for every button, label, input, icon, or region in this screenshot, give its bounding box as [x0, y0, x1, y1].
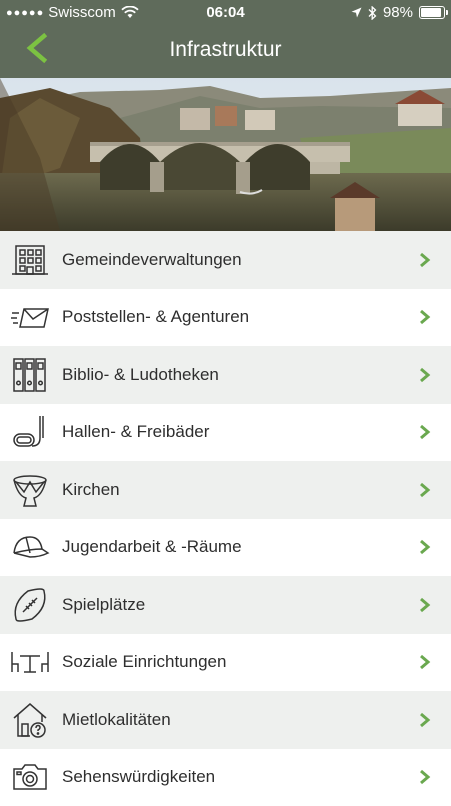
chevron-right-icon — [419, 769, 431, 785]
menu-item-soziale-einrichtungen[interactable]: Soziale Einrichtungen — [0, 634, 451, 692]
chevron-right-icon — [419, 539, 431, 555]
chevron-right-icon — [419, 597, 431, 613]
envelope-icon — [10, 297, 50, 337]
status-bar: ●●●●● Swisscom 06:04 98% — [0, 0, 451, 26]
hero-image — [0, 78, 451, 231]
battery-percent: 98% — [383, 4, 413, 21]
chevron-right-icon — [419, 482, 431, 498]
page-title: Infrastruktur — [0, 38, 451, 62]
menu-item-label: Sehenswürdigkeiten — [62, 767, 419, 787]
menu-item-spielplaetze[interactable]: Spielplätze — [0, 576, 451, 634]
location-arrow-icon — [351, 7, 362, 18]
house-question-icon — [10, 700, 50, 740]
river-bridge-photo — [0, 78, 451, 231]
table-chairs-icon — [10, 642, 50, 682]
menu-item-label: Gemeindeverwaltungen — [62, 250, 419, 270]
camera-icon — [10, 757, 50, 797]
menu-item-label: Kirchen — [62, 480, 419, 500]
chevron-right-icon — [419, 712, 431, 728]
chevron-right-icon — [419, 252, 431, 268]
chevron-right-icon — [419, 654, 431, 670]
menu-item-gemeindeverwaltungen[interactable]: Gemeindeverwaltungen — [0, 231, 451, 289]
binders-icon — [10, 355, 50, 395]
football-icon — [10, 585, 50, 625]
cap-icon — [10, 527, 50, 567]
header: ●●●●● Swisscom 06:04 98% Infrastruktur — [0, 0, 451, 78]
menu-item-label: Hallen- & Freibäder — [62, 422, 419, 442]
chevron-right-icon — [419, 309, 431, 325]
building-icon — [10, 240, 50, 280]
snorkel-icon — [10, 412, 50, 452]
bluetooth-icon — [368, 6, 377, 20]
menu-item-baeder[interactable]: Hallen- & Freibäder — [0, 404, 451, 462]
battery-icon — [419, 6, 445, 19]
menu-item-jugendarbeit[interactable]: Jugendarbeit & -Räume — [0, 519, 451, 577]
menu-item-poststellen[interactable]: Poststellen- & Agenturen — [0, 289, 451, 347]
chevron-right-icon — [419, 367, 431, 383]
drum-icon — [10, 470, 50, 510]
chevron-right-icon — [419, 424, 431, 440]
menu-item-label: Biblio- & Ludotheken — [62, 365, 419, 385]
menu-item-sehenswuerdigkeiten[interactable]: Sehenswürdigkeiten — [0, 749, 451, 806]
menu-item-label: Poststellen- & Agenturen — [62, 307, 419, 327]
menu-list: Gemeindeverwaltungen Poststellen- & Agen… — [0, 231, 451, 806]
menu-item-label: Spielplätze — [62, 595, 419, 615]
menu-item-mietlokalitaeten[interactable]: Mietlokalitäten — [0, 691, 451, 749]
menu-item-kirchen[interactable]: Kirchen — [0, 461, 451, 519]
menu-item-label: Soziale Einrichtungen — [62, 652, 419, 672]
menu-item-label: Mietlokalitäten — [62, 710, 419, 730]
menu-item-bibliotheken[interactable]: Biblio- & Ludotheken — [0, 346, 451, 404]
menu-item-label: Jugendarbeit & -Räume — [62, 537, 419, 557]
